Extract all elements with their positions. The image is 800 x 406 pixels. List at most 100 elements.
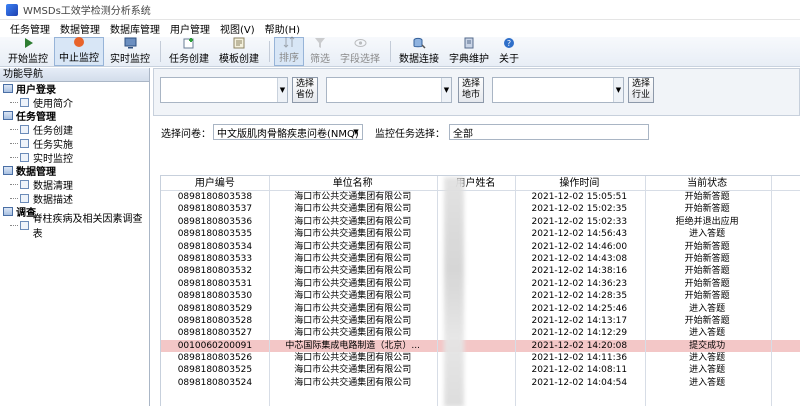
nav-item-spine-survey[interactable]: 脊柱疾病及相关因素调查表 xyxy=(0,214,149,240)
nav-item-usage-intro[interactable]: 使用简介 xyxy=(0,95,149,110)
select-province-button[interactable]: 选择 省份 xyxy=(292,77,318,103)
table-cell: 拒绝并退出应用 xyxy=(675,216,739,227)
table-row[interactable]: 0898180803536 海口市公共交通集团有限公司 2021-12-02 15:… xyxy=(161,216,800,228)
nav-item-task-create[interactable]: 任务创建 xyxy=(0,122,149,137)
nav-item-task-execute[interactable]: 任务实施 xyxy=(0,136,149,151)
filter-button[interactable]: 筛选 xyxy=(306,37,334,66)
table-row[interactable]: 0898180803526 海口市公共交通集团有限公司 2021-12-02 14:… xyxy=(161,352,800,364)
table-cell: 2021-12-02 14:08:11 xyxy=(531,365,628,376)
nav-group-task-management[interactable]: 任务管理 xyxy=(0,109,149,123)
stop-icon xyxy=(72,36,86,48)
eye-icon xyxy=(353,37,367,49)
table-cell: 海口市公共交通集团有限公司 xyxy=(294,241,412,252)
table-cell: 2021-12-02 14:13:17 xyxy=(531,315,628,326)
table-cell: 海口市公共交通集团有限公司 xyxy=(294,229,412,240)
table-row[interactable]: 0010060200091 中芯国际集成电路制造（北京）... 2021-12-02… xyxy=(161,339,800,353)
nav-item-data-description[interactable]: 数据描述 xyxy=(0,191,149,206)
table-cell: 进入答题 xyxy=(689,353,726,364)
redacted-names xyxy=(444,177,464,406)
chevron-down-icon: ▼ xyxy=(353,128,359,136)
table-row[interactable]: 0898180803525 海口市公共交通集团有限公司 2021-12-02 14:… xyxy=(161,364,800,376)
folder-icon xyxy=(3,84,13,93)
province-list[interactable]: ▼ xyxy=(160,77,288,103)
table-cell: 2021-12-02 14:36:23 xyxy=(531,278,628,289)
nav-group-data-management[interactable]: 数据管理 xyxy=(0,164,149,178)
select-industry-button[interactable]: 选择 行业 xyxy=(628,77,654,103)
stop-monitor-button[interactable]: 中止监控 xyxy=(54,37,104,66)
table-row[interactable]: 0898180803528 海口市公共交通集团有限公司 2021-12-02 14:… xyxy=(161,315,800,327)
table-header: 用户编号 单位名称 用户姓名 操作时间 当前状态 xyxy=(161,176,800,191)
table-row[interactable]: 0898180803537 海口市公共交通集团有限公司 2021-12-02 15:… xyxy=(161,203,800,215)
table-cell: 0898180803537 xyxy=(177,204,253,215)
table-row[interactable]: 0898180803531 海口市公共交通集团有限公司 2021-12-02 14:… xyxy=(161,278,800,290)
sort-button[interactable]: 排序 xyxy=(274,36,304,66)
db-connect-button[interactable]: 数据连接 xyxy=(395,37,443,66)
template-icon xyxy=(232,37,246,49)
app-icon xyxy=(6,3,18,16)
select-city-button[interactable]: 选择 地市 xyxy=(458,77,484,103)
menu-bar: 任务管理 数据管理 数据库管理 用户管理 视图(V) 帮助(H) xyxy=(0,20,800,36)
menu-view[interactable]: 视图(V) xyxy=(220,21,255,36)
table-cell: 海口市公共交通集团有限公司 xyxy=(294,291,412,302)
table-row[interactable]: 0898180803534 海口市公共交通集团有限公司 2021-12-02 14:… xyxy=(161,241,800,253)
city-list[interactable]: ▼ xyxy=(326,77,452,103)
table-row[interactable]: 0898180803529 海口市公共交通集团有限公司 2021-12-02 14:… xyxy=(161,303,800,315)
table-cell: 进入答题 xyxy=(689,328,726,339)
col-header-operation-time[interactable]: 操作时间 xyxy=(514,176,644,190)
col-header-user-id[interactable]: 用户编号 xyxy=(161,176,269,190)
table-cell: 0898180803525 xyxy=(177,365,253,376)
table-cell: 2021-12-02 14:20:08 xyxy=(531,340,628,351)
table-cell: 海口市公共交通集团有限公司 xyxy=(294,315,412,326)
table-cell: 0898180803534 xyxy=(177,241,253,252)
table-cell: 0010060200091 xyxy=(177,340,253,351)
page-icon xyxy=(20,97,29,107)
task-create-button[interactable]: 任务创建 xyxy=(165,37,213,66)
table-cell: 0898180803536 xyxy=(177,216,253,227)
table-cell: 0898180803529 xyxy=(177,303,253,314)
questionnaire-select[interactable]: 中文版肌肉骨骼疾患问卷(NMQ) ▼ xyxy=(213,124,363,140)
field-select-button[interactable]: 字段选择 xyxy=(336,37,384,66)
table-cell: 海口市公共交通集团有限公司 xyxy=(294,353,412,364)
table-cell: 海口市公共交通集团有限公司 xyxy=(294,204,412,215)
monitor-icon xyxy=(123,37,137,49)
col-header-unit-name[interactable]: 单位名称 xyxy=(269,176,437,190)
menu-data-management[interactable]: 数据管理 xyxy=(60,21,100,36)
dict-maintain-button[interactable]: 字典维护 xyxy=(445,37,493,66)
nav-item-realtime-monitor[interactable]: 实时监控 xyxy=(0,150,149,165)
table-cell: 0898180803530 xyxy=(177,291,253,302)
table-cell: 0898180803526 xyxy=(177,353,253,364)
table-row[interactable]: 0898180803538 海口市公共交通集团有限公司 2021-12-02 15:… xyxy=(161,191,800,203)
industry-list[interactable]: ▼ xyxy=(492,77,624,103)
col-header-current-status[interactable]: 当前状态 xyxy=(644,176,770,190)
realtime-monitor-button[interactable]: 实时监控 xyxy=(106,37,154,66)
table-row[interactable]: 0898180803533 海口市公共交通集团有限公司 2021-12-02 14:… xyxy=(161,253,800,265)
region-filter-bar: ▼ 选择 省份 ▼ 选择 地市 ▼ 选择 行业 xyxy=(153,68,800,116)
menu-database-management[interactable]: 数据库管理 xyxy=(110,21,160,36)
table-row[interactable]: 0898180803524 海口市公共交通集团有限公司 2021-12-02 14:… xyxy=(161,377,800,389)
nav-item-data-cleanup[interactable]: 数据清理 xyxy=(0,177,149,192)
template-create-button[interactable]: 模板创建 xyxy=(215,37,263,66)
nav-group-user-login[interactable]: 用户登录 xyxy=(0,82,149,96)
table-cell: 0898180803528 xyxy=(177,315,253,326)
table-cell: 2021-12-02 15:05:51 xyxy=(531,192,628,202)
table-cell: 进入答题 xyxy=(689,365,726,376)
navigation-panel: 功能导航 用户登录 使用简介 任务管理 任务创建 任务实施 实时监控 数据管理 … xyxy=(0,68,150,406)
table-row[interactable]: 0898180803535 海口市公共交通集团有限公司 2021-12-02 14:… xyxy=(161,228,800,240)
task-select[interactable]: 全部 xyxy=(449,124,649,140)
page-icon xyxy=(20,124,29,134)
menu-user-management[interactable]: 用户管理 xyxy=(170,21,210,36)
table-cell: 开始新答题 xyxy=(684,241,730,252)
about-button[interactable]: ? 关于 xyxy=(495,37,523,66)
start-monitor-button[interactable]: 开始监控 xyxy=(4,37,52,66)
table-cell: 开始新答题 xyxy=(684,266,730,277)
menu-help[interactable]: 帮助(H) xyxy=(265,21,300,36)
table-cell: 进入答题 xyxy=(689,303,726,314)
table-cell: 2021-12-02 14:11:36 xyxy=(531,353,628,364)
table-row[interactable]: 0898180803532 海口市公共交通集团有限公司 2021-12-02 14:… xyxy=(161,265,800,277)
table-row[interactable]: 0898180803530 海口市公共交通集团有限公司 2021-12-02 14:… xyxy=(161,290,800,302)
play-icon xyxy=(21,37,35,49)
table-cell: 中芯国际集成电路制造（北京）... xyxy=(285,340,420,351)
menu-task-management[interactable]: 任务管理 xyxy=(10,21,50,36)
nav-tree: 用户登录 使用简介 任务管理 任务创建 任务实施 实时监控 数据管理 数据清理 … xyxy=(0,82,149,240)
table-row[interactable]: 0898180803527 海口市公共交通集团有限公司 2021-12-02 14:… xyxy=(161,327,800,339)
